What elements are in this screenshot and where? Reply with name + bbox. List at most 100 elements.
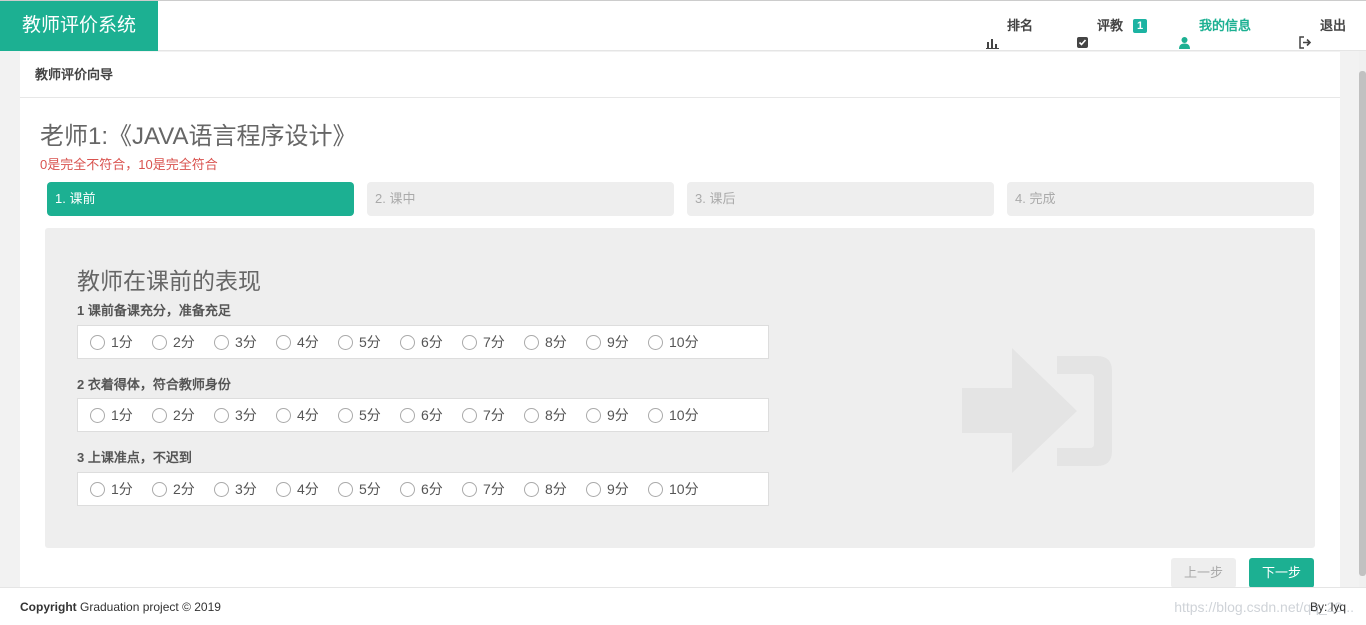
rating-option[interactable]: 8分: [524, 479, 567, 499]
radio-button[interactable]: [152, 481, 167, 497]
rating-option[interactable]: 5分: [338, 332, 381, 352]
scrollbar-thumb[interactable]: [1359, 71, 1366, 576]
rating-option[interactable]: 1分: [90, 479, 133, 499]
radio-button[interactable]: [90, 334, 105, 350]
rating-option[interactable]: 5分: [338, 405, 381, 425]
rating-option[interactable]: 9分: [586, 405, 629, 425]
radio-button[interactable]: [276, 481, 291, 497]
rating-option[interactable]: 9分: [586, 479, 629, 499]
nav-my-info-label: 我的信息: [1199, 18, 1252, 33]
radio-button[interactable]: [524, 481, 539, 497]
rating-option-label: 2分: [173, 407, 195, 423]
radio-button[interactable]: [152, 334, 167, 350]
radio-button[interactable]: [152, 407, 167, 423]
radio-button[interactable]: [524, 334, 539, 350]
rating-option[interactable]: 7分: [462, 479, 505, 499]
rating-option-label: 10分: [669, 481, 699, 497]
radio-button[interactable]: [524, 407, 539, 423]
rating-option[interactable]: 10分: [648, 405, 699, 425]
radio-button[interactable]: [90, 407, 105, 423]
rating-option[interactable]: 3分: [214, 405, 257, 425]
evaluate-count-badge: 1: [1133, 19, 1148, 33]
rating-option[interactable]: 2分: [152, 332, 195, 352]
prev-button[interactable]: 上一步: [1171, 558, 1236, 588]
rating-option[interactable]: 1分: [90, 405, 133, 425]
radio-button[interactable]: [586, 334, 601, 350]
rating-option-label: 4分: [297, 334, 319, 350]
radio-button[interactable]: [400, 334, 415, 350]
radio-button[interactable]: [462, 407, 477, 423]
rating-option[interactable]: 4分: [276, 332, 319, 352]
nav-rank[interactable]: 排名: [986, 1, 1033, 51]
radio-button[interactable]: [400, 481, 415, 497]
rating-option[interactable]: 3分: [214, 332, 257, 352]
step-after-class[interactable]: 3. 课后: [687, 182, 994, 216]
rating-option[interactable]: 3分: [214, 479, 257, 499]
page-title: 老师1:《JAVA语言程序设计》: [40, 123, 357, 150]
step-finish[interactable]: 4. 完成: [1007, 182, 1314, 216]
radio-button[interactable]: [648, 481, 663, 497]
rating-option-label: 1分: [111, 481, 133, 497]
copyright: Copyright Graduation project © 2019: [20, 600, 221, 614]
user-icon: [1178, 20, 1191, 49]
nav-evaluate[interactable]: 评教 1: [1076, 1, 1148, 51]
nav-logout-label: 退出: [1320, 18, 1347, 33]
rating-option[interactable]: 8分: [524, 332, 567, 352]
rating-option[interactable]: 10分: [648, 332, 699, 352]
top-navbar: 教师评价系统 排名 评教 1 我的信息 退出: [0, 0, 1366, 51]
question-label: 2 衣着得体，符合教师身份: [77, 377, 231, 392]
rating-option[interactable]: 4分: [276, 479, 319, 499]
rating-option[interactable]: 8分: [524, 405, 567, 425]
rating-option[interactable]: 9分: [586, 332, 629, 352]
rating-option-label: 4分: [297, 481, 319, 497]
radio-button[interactable]: [648, 407, 663, 423]
rating-option-label: 9分: [607, 407, 629, 423]
radio-button[interactable]: [90, 481, 105, 497]
rating-option[interactable]: 4分: [276, 405, 319, 425]
nav-my-info[interactable]: 我的信息: [1178, 1, 1251, 51]
wizard-panel: 教师评价向导 老师1:《JAVA语言程序设计》 0是完全不符合，10是完全符合 …: [20, 52, 1340, 592]
rating-option[interactable]: 6分: [400, 405, 443, 425]
radio-button[interactable]: [462, 334, 477, 350]
radio-button[interactable]: [648, 334, 663, 350]
radio-button[interactable]: [214, 334, 229, 350]
next-button[interactable]: 下一步: [1249, 558, 1314, 588]
sign-in-watermark-icon: [962, 348, 1122, 483]
nav-logout[interactable]: 退出: [1299, 1, 1346, 51]
radio-button[interactable]: [338, 481, 353, 497]
nav-rank-label: 排名: [1007, 18, 1034, 33]
rating-option-label: 8分: [545, 481, 567, 497]
rating-option-label: 9分: [607, 334, 629, 350]
page-scrollbar[interactable]: [1359, 51, 1366, 625]
radio-button[interactable]: [276, 407, 291, 423]
brand-title[interactable]: 教师评价系统: [0, 1, 158, 51]
rating-option[interactable]: 6分: [400, 332, 443, 352]
radio-button[interactable]: [586, 407, 601, 423]
radio-button[interactable]: [586, 481, 601, 497]
rating-option[interactable]: 10分: [648, 479, 699, 499]
radio-button[interactable]: [276, 334, 291, 350]
rating-option[interactable]: 7分: [462, 405, 505, 425]
rating-option[interactable]: 6分: [400, 479, 443, 499]
rating-option[interactable]: 2分: [152, 479, 195, 499]
radio-button[interactable]: [338, 407, 353, 423]
section-title: 教师在课前的表现: [77, 268, 261, 294]
rating-option[interactable]: 2分: [152, 405, 195, 425]
step-before-class[interactable]: 1. 课前: [47, 182, 354, 216]
rating-option[interactable]: 7分: [462, 332, 505, 352]
rating-option-label: 3分: [235, 334, 257, 350]
author-credit: By: lyq: [1309, 600, 1346, 614]
radio-button[interactable]: [214, 407, 229, 423]
radio-button[interactable]: [214, 481, 229, 497]
footer: Copyright Graduation project © 2019 http…: [0, 587, 1366, 625]
rating-option[interactable]: 1分: [90, 332, 133, 352]
question-label: 3 上课准点，不迟到: [77, 450, 192, 465]
rating-option-label: 4分: [297, 407, 319, 423]
rating-option-label: 1分: [111, 334, 133, 350]
radio-button[interactable]: [462, 481, 477, 497]
radio-button[interactable]: [400, 407, 415, 423]
rating-option[interactable]: 5分: [338, 479, 381, 499]
rating-option-label: 10分: [669, 334, 699, 350]
radio-button[interactable]: [338, 334, 353, 350]
step-during-class[interactable]: 2. 课中: [367, 182, 674, 216]
